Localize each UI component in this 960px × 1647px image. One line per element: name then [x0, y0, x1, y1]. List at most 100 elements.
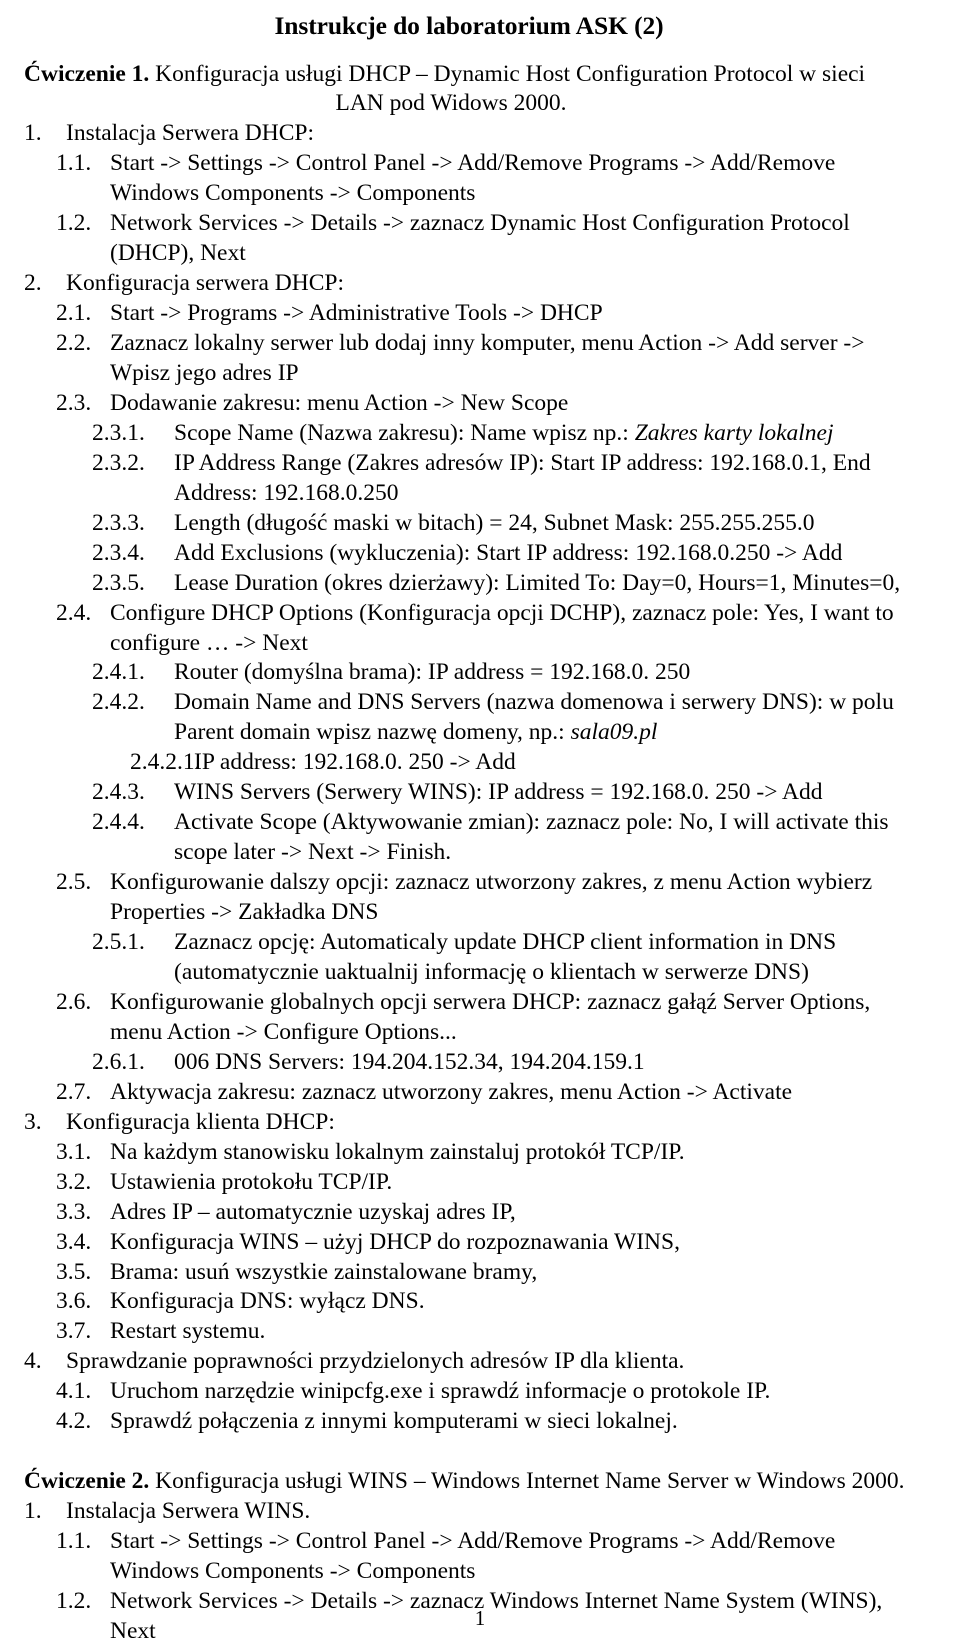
exercise-2-lead: Ćwiczenie 2.	[24, 1468, 150, 1495]
list-item-text: Konfiguracja WINS – użyj DHCP do rozpozn…	[110, 1228, 680, 1255]
list-item: 3.7. Restart systemu.	[14, 1317, 924, 1347]
exercise-1-lead: Ćwiczenie 1.	[24, 60, 150, 87]
list-item-number: 2.4.4.	[92, 809, 145, 836]
list-item-number: 2.3.2.	[92, 449, 145, 476]
list-item-number: 2.4.3.	[92, 779, 145, 806]
list-item: 3. Konfiguracja klienta DHCP:	[14, 1108, 924, 1138]
list-item-text-italic: sala09.pl	[570, 719, 658, 746]
list-item: 2.4. Configure DHCP Options (Konfiguracj…	[14, 599, 924, 659]
list-item-text: Start -> Settings -> Control Panel -> Ad…	[110, 150, 836, 207]
list-item-number: 4.1.	[56, 1378, 92, 1405]
list-item-text: IP Address Range (Zakres adresów IP): St…	[174, 449, 871, 506]
list-item-text: Restart systemu.	[110, 1318, 266, 1345]
list-item-number: 2.3.5.	[92, 569, 145, 596]
list-item-number: 2.3.	[56, 389, 92, 416]
list-item: 2.5. Konfigurowanie dalszy opcji: zaznac…	[14, 868, 924, 928]
list-item-number: 2.4.	[56, 599, 92, 626]
exercise-2-line1: Konfiguracja usługi WINS – Windows Inter…	[155, 1468, 905, 1495]
list-item-number: 2.3.3.	[92, 509, 145, 536]
list-item-text: Scope Name (Nazwa zakresu): Name wpisz n…	[174, 419, 924, 449]
list-item-number: 3.6.	[56, 1288, 92, 1315]
list-item-text: Length (długość maski w bitach) = 24, Su…	[174, 509, 815, 536]
list-item-number: 2.6.	[56, 988, 92, 1015]
list-item: 2.2. Zaznacz lokalny serwer lub dodaj in…	[14, 329, 924, 389]
list-item-number: 4.	[24, 1348, 42, 1375]
list-item: 2.3.4. Add Exclusions (wykluczenia): Sta…	[14, 539, 924, 569]
list-item-text: 006 DNS Servers: 194.204.152.34, 194.204…	[174, 1048, 645, 1075]
list-item-number: 2.3.1.	[92, 419, 145, 446]
list-item: 3.3. Adres IP – automatycznie uzyskaj ad…	[14, 1198, 924, 1228]
exercise-1-line1: Konfiguracja usługi DHCP – Dynamic Host …	[155, 60, 866, 87]
list-item-text: Konfiguracja serwera DHCP:	[66, 270, 344, 297]
list-item: 1.1. Start -> Settings -> Control Panel …	[14, 149, 924, 209]
list-item-number: 2.5.	[56, 869, 92, 896]
list-item-text: Konfiguracja klienta DHCP:	[66, 1108, 335, 1135]
list-item-text: Dodawanie zakresu: menu Action -> New Sc…	[110, 389, 569, 416]
list-item-text: Konfiguracja DNS: wyłącz DNS.	[110, 1288, 425, 1315]
page-title: Instrukcje do laboratorium ASK (2)	[274, 11, 664, 40]
list-item-text: Aktywacja zakresu: zaznacz utworzony zak…	[110, 1078, 793, 1105]
list-item: 1.1. Start -> Settings -> Control Panel …	[14, 1527, 924, 1587]
document-page: Instrukcje do laboratorium ASK (2) Ćwicz…	[0, 0, 960, 1644]
list-item: 3.5. Brama: usuń wszystkie zainstalowane…	[14, 1258, 924, 1288]
list-item-text: Domain Name and DNS Servers (nazwa domen…	[174, 688, 924, 748]
list-item-number: 2.1.	[56, 300, 92, 327]
list-item-text: Start -> Settings -> Control Panel -> Ad…	[110, 1528, 836, 1584]
list-item: 3.6. Konfiguracja DNS: wyłącz DNS.	[14, 1287, 924, 1317]
list-item-text: Brama: usuń wszystkie zainstalowane bram…	[110, 1258, 538, 1285]
exercise-1-heading: Ćwiczenie 1. Konfiguracja usługi DHCP – …	[14, 60, 924, 120]
list-item-number: 3.5.	[56, 1258, 92, 1285]
list-item-text: Konfigurowanie dalszy opcji: zaznacz utw…	[110, 869, 873, 926]
list-item-text: Instalacja Serwera DHCP:	[66, 120, 314, 147]
list-item-text: Activate Scope (Aktywowanie zmian): zazn…	[174, 809, 889, 866]
list-item: 4.2. Sprawdź połączenia z innymi kompute…	[14, 1407, 924, 1437]
list-item: 2.4.3. WINS Servers (Serwery WINS): IP a…	[14, 778, 924, 808]
page-number: 1	[474, 1606, 486, 1630]
list-item: 2. Konfiguracja serwera DHCP:	[14, 269, 924, 299]
list-item-number: 3.2.	[56, 1168, 92, 1195]
exercise-2-heading: Ćwiczenie 2. Konfiguracja usługi WINS – …	[14, 1467, 924, 1497]
list-item-number: 2.4.2.1.	[130, 749, 201, 776]
list-item: 1. Instalacja Serwera DHCP:	[14, 119, 924, 149]
exercise-1-line2: LAN pod Widows 2000.	[335, 90, 567, 117]
list-item-text-plain: Domain Name and DNS Servers (nazwa domen…	[174, 689, 894, 746]
list-item-text: Sprawdź połączenia z innymi komputerami …	[110, 1408, 678, 1435]
list-item: 2.3.1. Scope Name (Nazwa zakresu): Name …	[14, 419, 924, 449]
list-item-text: Lease Duration (okres dzierżawy): Limite…	[174, 569, 901, 596]
list-item-text: Instalacja Serwera WINS.	[66, 1498, 311, 1525]
list-item: 3.2. Ustawienia protokołu TCP/IP.	[14, 1168, 924, 1198]
list-item-number: 3.3.	[56, 1198, 92, 1225]
list-item: 2.5.1. Zaznacz opcję: Automaticaly updat…	[14, 928, 924, 988]
list-item-text: WINS Servers (Serwery WINS): IP address …	[174, 779, 823, 806]
list-item: 2.3.5. Lease Duration (okres dzierżawy):…	[14, 569, 924, 599]
list-item-text: Zaznacz lokalny serwer lub dodaj inny ko…	[110, 329, 865, 386]
list-item: 2.4.1. Router (domyślna brama): IP addre…	[14, 658, 924, 688]
list-item: 2.6. Konfigurowanie globalnych opcji ser…	[14, 988, 924, 1048]
list-item-number: 1.2.	[56, 210, 92, 237]
list-item: 2.4.2. Domain Name and DNS Servers (nazw…	[14, 688, 924, 748]
list-item-text: Ustawienia protokołu TCP/IP.	[110, 1168, 393, 1195]
list-item-text-plain: Scope Name (Nazwa zakresu): Name wpisz n…	[174, 419, 635, 446]
list-item-number: 2.4.1.	[92, 659, 145, 686]
list-item-number: 3.4.	[56, 1228, 92, 1255]
list-item-number: 3.7.	[56, 1318, 92, 1345]
list-item-text-italic: Zakres karty lokalnej	[634, 419, 834, 446]
list-item-text: Network Services -> Details -> zaznacz D…	[110, 210, 850, 267]
list-item: 4.1. Uruchom narzędzie winipcfg.exe i sp…	[14, 1377, 924, 1407]
list-item: 2.3. Dodawanie zakresu: menu Action -> N…	[14, 389, 924, 419]
list-item-text: Add Exclusions (wykluczenia): Start IP a…	[174, 539, 843, 566]
list-item-text: IP address: 192.168.0. 250 -> Add	[194, 749, 516, 776]
list-item-text: Router (domyślna brama): IP address = 19…	[174, 659, 691, 686]
list-item-number: 2.4.2.	[92, 689, 145, 716]
list-item-number: 2.3.4.	[92, 539, 145, 566]
list-item-number: 2.	[24, 270, 42, 297]
list-item-number: 1.1.	[56, 1528, 92, 1555]
list-item-text: Zaznacz opcję: Automaticaly update DHCP …	[174, 929, 837, 985]
list-item: 2.1. Start -> Programs -> Administrative…	[14, 299, 924, 329]
list-item-number: 2.5.1.	[92, 929, 145, 956]
list-item-number: 2.7.	[56, 1078, 92, 1105]
list-item-number: 2.6.1.	[92, 1048, 145, 1075]
list-item-number: 3.	[24, 1108, 42, 1135]
list-item: 2.4.4. Activate Scope (Aktywowanie zmian…	[14, 808, 924, 868]
list-item: 2.6.1. 006 DNS Servers: 194.204.152.34, …	[14, 1048, 924, 1078]
